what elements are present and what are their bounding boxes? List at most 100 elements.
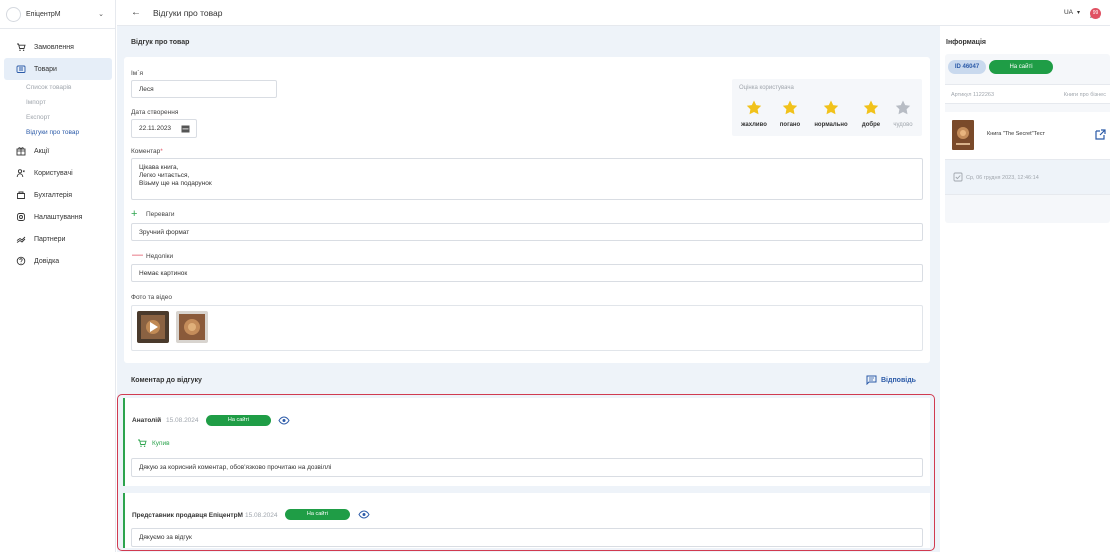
comment-label: Коментар* bbox=[131, 148, 163, 155]
sidebar-item-users[interactable]: Користувачі bbox=[4, 162, 112, 184]
settings-icon bbox=[16, 212, 26, 222]
sidebar-item-label: Користувачі bbox=[34, 169, 73, 177]
notifications-button[interactable]: 99 bbox=[1088, 6, 1102, 20]
star-icon[interactable] bbox=[781, 99, 799, 117]
bought-label: Купив bbox=[152, 439, 170, 447]
cons-field[interactable]: Немає картинок bbox=[131, 264, 923, 282]
subnav-item-import[interactable]: Імпорт bbox=[26, 95, 116, 110]
date-field[interactable]: 22.11.2023 bbox=[131, 119, 197, 138]
chevron-down-icon: ⌄ bbox=[98, 11, 104, 18]
product-name: Книга "The Secret"Тест bbox=[987, 131, 1045, 137]
brand-name: ЕпіцентрМ bbox=[26, 10, 61, 18]
comment-field[interactable]: Цікава книга, Легко читається, Візьму ще… bbox=[131, 158, 923, 200]
sidebar-item-products[interactable]: Товари bbox=[4, 58, 112, 80]
checkbox-icon bbox=[953, 172, 963, 182]
reply-button[interactable]: Відповідь bbox=[866, 375, 916, 385]
product-thumbnail bbox=[952, 120, 974, 150]
accounting-icon bbox=[16, 190, 26, 200]
sidebar-item-label: Партнери bbox=[34, 235, 66, 243]
sidebar-item-label: Акції bbox=[34, 147, 50, 155]
category-link[interactable]: Книги про бізнес bbox=[1064, 92, 1106, 98]
reply-section-title: Коментар до відгуку bbox=[131, 377, 202, 384]
pros-field[interactable]: Зручний формат bbox=[131, 223, 923, 241]
photos-label: Фото та відео bbox=[131, 294, 172, 301]
rating-label: чудово bbox=[893, 122, 913, 128]
sidebar-item-settings[interactable]: Налаштування bbox=[4, 206, 112, 228]
star-icon[interactable] bbox=[862, 99, 880, 117]
user-rating-panel: Оцінка користувача жахливо погано нормал… bbox=[732, 79, 922, 136]
rating-title: Оцінка користувача bbox=[739, 85, 794, 91]
reply-author: Представник продавця ЕпіцентрМ bbox=[132, 512, 243, 519]
sidebar-item-partners[interactable]: Партнери bbox=[4, 228, 112, 250]
cart-check-icon bbox=[138, 439, 147, 447]
video-thumbnail[interactable] bbox=[137, 311, 169, 343]
comment-line: Візьму ще на подарунок bbox=[139, 180, 212, 187]
sidebar: ЕпіцентрМ ⌄ Замовлення Товари Список тов… bbox=[0, 0, 116, 552]
star-icon[interactable] bbox=[745, 99, 763, 117]
minus-icon: — bbox=[132, 249, 143, 261]
sidebar-item-label: Товари bbox=[34, 65, 57, 73]
sidebar-item-accounting[interactable]: Бухгалтерія bbox=[4, 184, 112, 206]
sidebar-item-help[interactable]: Довідка bbox=[4, 250, 112, 272]
book-cover-image bbox=[952, 120, 974, 150]
eye-icon[interactable] bbox=[358, 510, 370, 519]
status-badge[interactable]: На сайті bbox=[285, 509, 350, 520]
cons-label: Недоліки bbox=[146, 253, 174, 260]
subnav-item-export[interactable]: Експорт bbox=[26, 110, 116, 125]
book-cover-image bbox=[176, 311, 208, 343]
name-label: Ім`я bbox=[131, 70, 143, 77]
language-value: UA bbox=[1063, 9, 1073, 16]
sidebar-item-label: Замовлення bbox=[34, 43, 74, 51]
name-field[interactable]: Леся bbox=[131, 80, 277, 98]
users-icon bbox=[16, 168, 26, 178]
back-arrow-icon[interactable]: ← bbox=[131, 7, 141, 18]
play-icon bbox=[137, 311, 169, 343]
review-section-title: Відгук про товар bbox=[131, 39, 190, 46]
reply-text-field[interactable]: Дякую за корисний коментар, обов'язково … bbox=[131, 458, 923, 477]
products-subnav: Список товарів Імпорт Експорт Відгуки пр… bbox=[0, 80, 116, 140]
cart-icon bbox=[16, 42, 26, 52]
language-selector[interactable]: UA ▾ bbox=[1064, 9, 1080, 16]
chat-icon bbox=[866, 375, 877, 385]
reply-date: 15.08.2024 bbox=[245, 512, 278, 519]
reply-text-field[interactable]: Дякуємо за відгук bbox=[131, 528, 923, 547]
subnav-item-reviews[interactable]: Відгуки про товар bbox=[26, 125, 116, 140]
star-icon[interactable] bbox=[822, 99, 840, 117]
products-icon bbox=[16, 64, 26, 74]
reply-text: Дякую за корисний коментар, обов'язково … bbox=[139, 464, 332, 471]
sidebar-item-orders[interactable]: Замовлення bbox=[4, 36, 112, 58]
pros-value: Зручний формат bbox=[139, 229, 190, 236]
date-value: 22.11.2023 bbox=[139, 125, 172, 132]
rating-label: погано bbox=[779, 122, 801, 128]
partners-icon bbox=[16, 234, 26, 244]
sidebar-item-label: Довідка bbox=[34, 257, 60, 265]
calendar-icon bbox=[181, 125, 190, 133]
comment-line: Легко читається, bbox=[139, 172, 190, 179]
subnav-item-product-list[interactable]: Список товарів bbox=[26, 80, 116, 95]
star-icon[interactable] bbox=[894, 99, 912, 117]
sidebar-item-label: Бухгалтерія bbox=[34, 191, 73, 199]
sidebar-item-label: Налаштування bbox=[34, 213, 83, 221]
external-link-icon[interactable] bbox=[1095, 129, 1106, 140]
rating-label: нормально bbox=[814, 122, 848, 128]
reply-text: Дякуємо за відгук bbox=[139, 534, 192, 541]
sidebar-item-promotions[interactable]: Акції bbox=[4, 140, 112, 162]
photo-thumbnail[interactable] bbox=[176, 311, 208, 343]
reply-button-label: Відповідь bbox=[881, 376, 916, 384]
brand-switcher[interactable]: ЕпіцентрМ ⌄ bbox=[6, 5, 110, 23]
article-label: Артикул 1122263 bbox=[951, 92, 995, 98]
name-value: Леся bbox=[139, 86, 154, 93]
info-panel: Інформація ID 46047 На сайті Артикул 112… bbox=[940, 26, 1110, 552]
status-badge[interactable]: На сайті bbox=[206, 415, 271, 426]
reply-date: 15.08.2024 bbox=[166, 417, 199, 424]
eye-icon[interactable] bbox=[278, 416, 290, 425]
reply-author: Анатолій bbox=[132, 417, 162, 424]
comment-line: Цікава книга, bbox=[139, 164, 179, 171]
help-icon bbox=[16, 256, 26, 266]
date-label: Дата створення bbox=[131, 109, 179, 116]
pros-label: Переваги bbox=[146, 211, 175, 218]
rating-label: жахливо bbox=[741, 122, 767, 128]
bought-badge: Купив bbox=[137, 438, 170, 448]
cons-value: Немає картинок bbox=[139, 270, 188, 277]
plus-icon: + bbox=[131, 208, 138, 220]
